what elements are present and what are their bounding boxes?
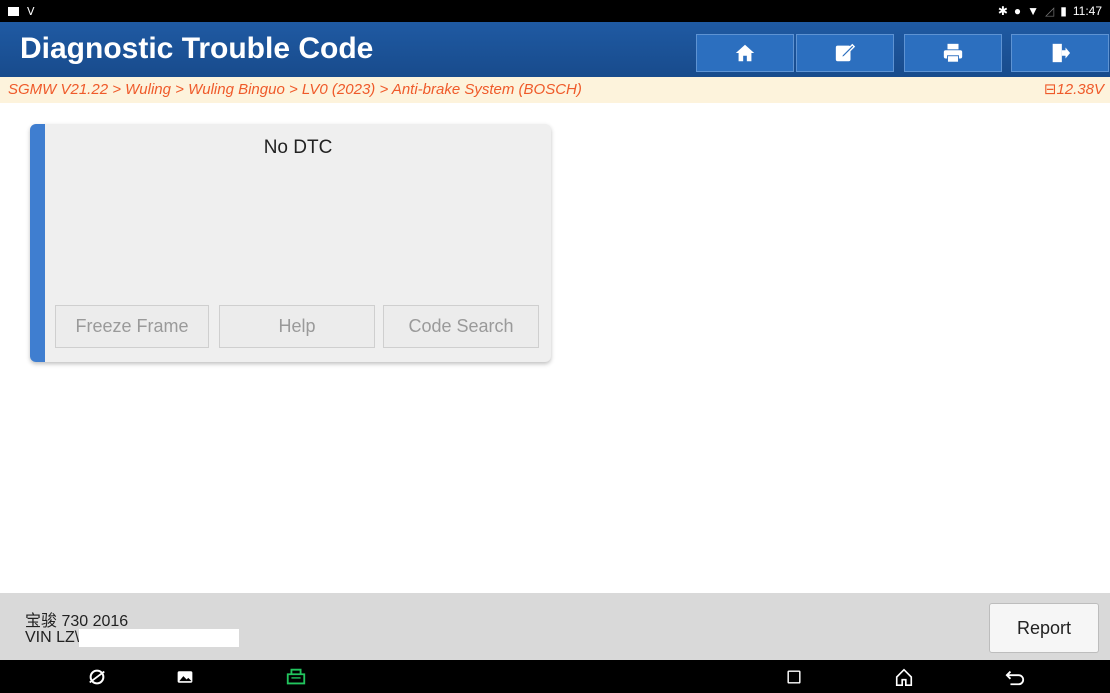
gallery-notification-icon	[8, 6, 19, 16]
battery-voltage: ⊟12.38V	[1043, 81, 1104, 98]
browser-icon[interactable]	[86, 666, 108, 688]
exit-button[interactable]	[1011, 34, 1109, 72]
home-nav-icon[interactable]	[893, 666, 915, 688]
print-icon	[943, 43, 963, 63]
clock: 11:47	[1072, 4, 1102, 18]
dnd-icon: ●	[1013, 4, 1022, 18]
card-accent-stripe	[30, 124, 45, 362]
vehicle-info-bar: 宝骏 730 2016 VIN LZ\ Report	[0, 593, 1110, 660]
edit-button[interactable]	[796, 34, 894, 72]
usb-icon: ⴸ	[27, 5, 35, 18]
vin-label: VIN LZ\	[25, 629, 80, 647]
breadcrumb: SGMW V21.22 > Wuling > Wuling Binguo > L…	[0, 77, 1110, 103]
dtc-card: No DTC Freeze Frame Help Code Search	[30, 124, 551, 362]
code-search-button[interactable]: Code Search	[383, 305, 539, 348]
navigation-bar	[0, 660, 1110, 693]
back-icon[interactable]	[1004, 666, 1026, 688]
home-icon	[735, 44, 755, 62]
wifi-icon: ▼	[1027, 4, 1040, 18]
recents-icon[interactable]	[783, 666, 805, 688]
signal-icon: ◿	[1045, 4, 1055, 18]
vci-connector-icon[interactable]	[285, 666, 307, 688]
breadcrumb-path: SGMW V21.22 > Wuling > Wuling Binguo > L…	[8, 81, 582, 98]
vehicle-name: 宝骏 730 2016	[25, 613, 129, 630]
home-button[interactable]	[696, 34, 794, 72]
app-header: Diagnostic Trouble Code	[0, 22, 1110, 77]
page-title: Diagnostic Trouble Code	[20, 32, 374, 65]
report-button[interactable]: Report	[989, 603, 1099, 653]
status-bar: ⴸ ✱ ● ▼ ◿ ▮ 11:47	[0, 0, 1110, 22]
help-button[interactable]: Help	[219, 305, 375, 348]
vin-row: VIN LZ\	[25, 629, 240, 647]
freeze-frame-button[interactable]: Freeze Frame	[55, 305, 209, 348]
gallery-icon[interactable]	[174, 666, 196, 688]
exit-icon	[1052, 43, 1071, 63]
dtc-message: No DTC	[263, 137, 333, 158]
edit-icon	[835, 43, 856, 62]
print-button[interactable]	[904, 34, 1002, 72]
car-battery-icon: ⊟	[1043, 81, 1057, 98]
battery-icon: ▮	[1060, 4, 1067, 18]
vin-redaction	[79, 629, 240, 647]
bluetooth-icon: ✱	[997, 4, 1008, 18]
